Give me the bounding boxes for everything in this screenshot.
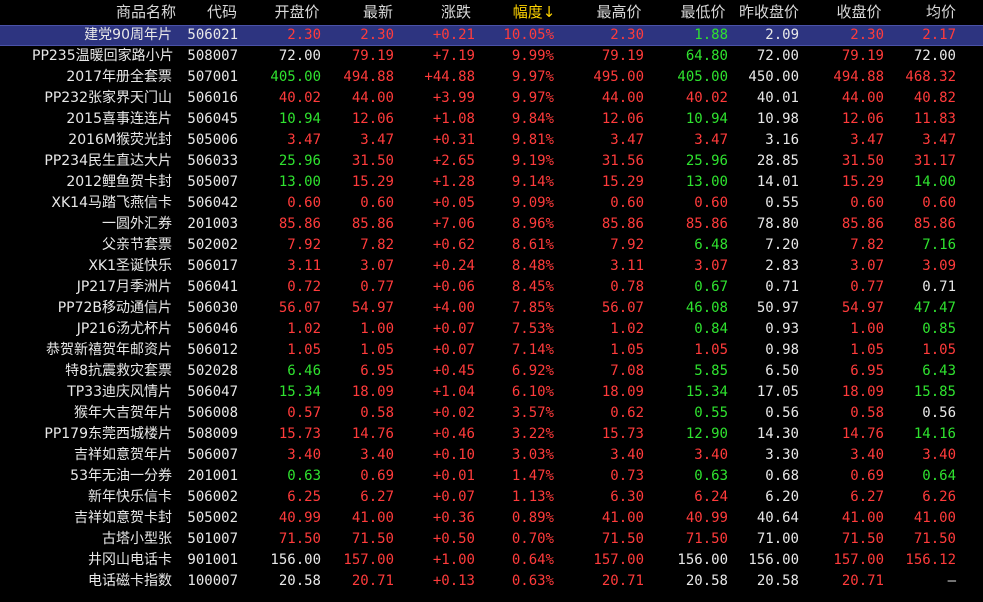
col-header-latest[interactable]: 最新 xyxy=(358,0,398,25)
table-row[interactable]: PP234民生直达大片 506033 25.96 31.50 +2.65 9.19% 31.… xyxy=(0,151,983,172)
cell-avg: 7.16 xyxy=(922,237,956,253)
table-row[interactable]: XK1圣诞快乐 506017 3.11 3.07 +0.24 8.48% 3.11 3.07 2… xyxy=(0,256,983,277)
table-row[interactable]: PP179东莞西城楼片 508009 15.73 14.76 +0.46 3.22% 15.… xyxy=(0,424,983,445)
col-header-code[interactable]: 代码 xyxy=(202,0,242,25)
cell-avg: 41.00 xyxy=(913,510,956,526)
cell-avg: 31.17 xyxy=(913,153,956,169)
table-row[interactable]: 父亲节套票 502002 7.92 7.82 +0.62 8.61% 7.92 6.48 7.2… xyxy=(0,235,983,256)
table-row[interactable]: PP72B移动通信片 506030 56.07 54.97 +4.00 7.85% 56.0… xyxy=(0,298,983,319)
cell-avg: 3.47 xyxy=(922,132,956,148)
table-row[interactable]: TP33迪庆风情片 506047 15.34 18.09 +1.04 6.10% 18.09… xyxy=(0,382,983,403)
table-row[interactable]: 2016M猴荧光封 505006 3.47 3.47 +0.31 9.81% 3.47 3.4… xyxy=(0,130,983,151)
table-row[interactable]: 特8抗震救灾套票 502028 6.46 6.95 +0.45 6.92% 7.08 5.85… xyxy=(0,361,983,382)
table-row[interactable]: JP216汤尤杯片 506046 1.02 1.00 +0.07 7.53% 1.02 0.8… xyxy=(0,319,983,340)
cell-avg: 6.43 xyxy=(922,363,956,379)
cell-avg: 72.00 xyxy=(913,48,956,64)
col-header-high[interactable]: 最高价 xyxy=(594,0,644,25)
table-row[interactable]: XK14马踏飞燕信卡 506042 0.60 0.60 +0.05 9.09% 0.60 0.… xyxy=(0,193,983,214)
cell-avg: 156.12 xyxy=(905,552,956,568)
table-row[interactable]: JP217月季洲片 506041 0.72 0.77 +0.06 8.45% 0.78 0.6… xyxy=(0,277,983,298)
cell-avg: 40.82 xyxy=(913,90,956,106)
cell-avg: 85.86 xyxy=(913,216,956,232)
table-row[interactable]: 一圆外汇券 201003 85.86 85.86 +7.06 8.96% 85.86 85.8… xyxy=(0,214,983,235)
col-header-amplitude-sorted[interactable]: 幅度↓ xyxy=(506,0,562,25)
cell-avg: 6.26 xyxy=(922,489,956,505)
cell-avg: 11.83 xyxy=(913,111,956,127)
cell-avg: 14.16 xyxy=(913,426,956,442)
col-header-name[interactable]: 商品名称 xyxy=(114,0,178,25)
table-row[interactable]: 吉祥如意贺年片 506007 3.40 3.40 +0.10 3.03% 3.40 3.40 3… xyxy=(0,445,983,466)
cell-avg: 0.71 xyxy=(922,279,956,295)
cell-avg: 47.47 xyxy=(913,300,956,316)
cell-avg: 71.50 xyxy=(913,531,956,547)
table-row[interactable]: 53年无油一分券 201001 0.63 0.69 +0.01 1.47% 0.73 0.63… xyxy=(0,466,983,487)
table-row[interactable]: 井冈山电话卡 901001 156.00 157.00 +1.00 0.64% 157.00… xyxy=(0,550,983,571)
col-header-close[interactable]: 收盘价 xyxy=(834,0,884,25)
table-row[interactable]: 猴年大吉贺年片 506008 0.57 0.58 +0.02 3.57% 0.62 0.55 0… xyxy=(0,403,983,424)
table-row[interactable]: 古塔小型张 501007 71.50 71.50 +0.50 0.70% 71.50 71.5… xyxy=(0,529,983,550)
cell-avg: 3.40 xyxy=(922,447,956,463)
table-row[interactable]: 新年快乐信卡 506002 6.25 6.27 +0.07 1.13% 6.30 6.24 6.… xyxy=(0,487,983,508)
table-row[interactable]: 电话磁卡指数 100007 20.58 20.71 +0.13 0.63% 20.71 20.… xyxy=(0,571,983,592)
table-row[interactable]: 吉祥如意贺卡封 505002 40.99 41.00 +0.36 0.89% 41.00 40… xyxy=(0,508,983,529)
table-header: 商品名称 代码 开盘价 最新 涨跌 幅度↓ 最高价 最低价 昨收盘价 收盘价 均… xyxy=(0,0,983,26)
table-row[interactable]: 2015喜事连连片 506045 10.94 12.06 +1.08 9.84% 12.06… xyxy=(0,109,983,130)
table-row[interactable]: 2017年册全套票 507001 405.00 494.88 +44.88 9.97% 49… xyxy=(0,67,983,88)
cell-avg: 15.85 xyxy=(913,384,956,400)
col-header-avg[interactable]: 均价 xyxy=(924,0,958,25)
col-header-open[interactable]: 开盘价 xyxy=(272,0,322,25)
table-row[interactable]: 2012鲤鱼贺卡封 505007 13.00 15.29 +1.28 9.14% 15.29… xyxy=(0,172,983,193)
cell-avg: 2.17 xyxy=(922,27,956,43)
cell-avg: 468.32 xyxy=(905,69,956,85)
cell-avg: 14.00 xyxy=(913,174,956,190)
col-header-change[interactable]: 涨跌 xyxy=(436,0,476,25)
table-row[interactable]: PP235温暖回家路小片 508007 72.00 79.19 +7.19 9.99% 79… xyxy=(0,46,983,67)
cell-avg: 0.56 xyxy=(922,405,956,421)
table-row[interactable]: 恭贺新禧贺年邮资片 506012 1.05 1.05 +0.07 7.14% 1.05 1.0… xyxy=(0,340,983,361)
cell-avg: 0.85 xyxy=(922,321,956,337)
cell-avg: 0.60 xyxy=(922,195,956,211)
table-row[interactable]: PP232张家界天门山 506016 40.02 44.00 +3.99 9.97% 44.… xyxy=(0,88,983,109)
table-row-selected[interactable]: 建党90周年片 506021 2.30 2.30 +0.21 10.05% 2.30 1.88… xyxy=(0,25,983,46)
cell-avg: 3.09 xyxy=(922,258,956,274)
cell-avg: 1.05 xyxy=(922,342,956,358)
col-header-low[interactable]: 最低价 xyxy=(678,0,728,25)
col-header-prev-close[interactable]: 昨收盘价 xyxy=(737,0,801,25)
cell-avg: 0.64 xyxy=(922,468,956,484)
cell-avg: — xyxy=(947,573,956,589)
